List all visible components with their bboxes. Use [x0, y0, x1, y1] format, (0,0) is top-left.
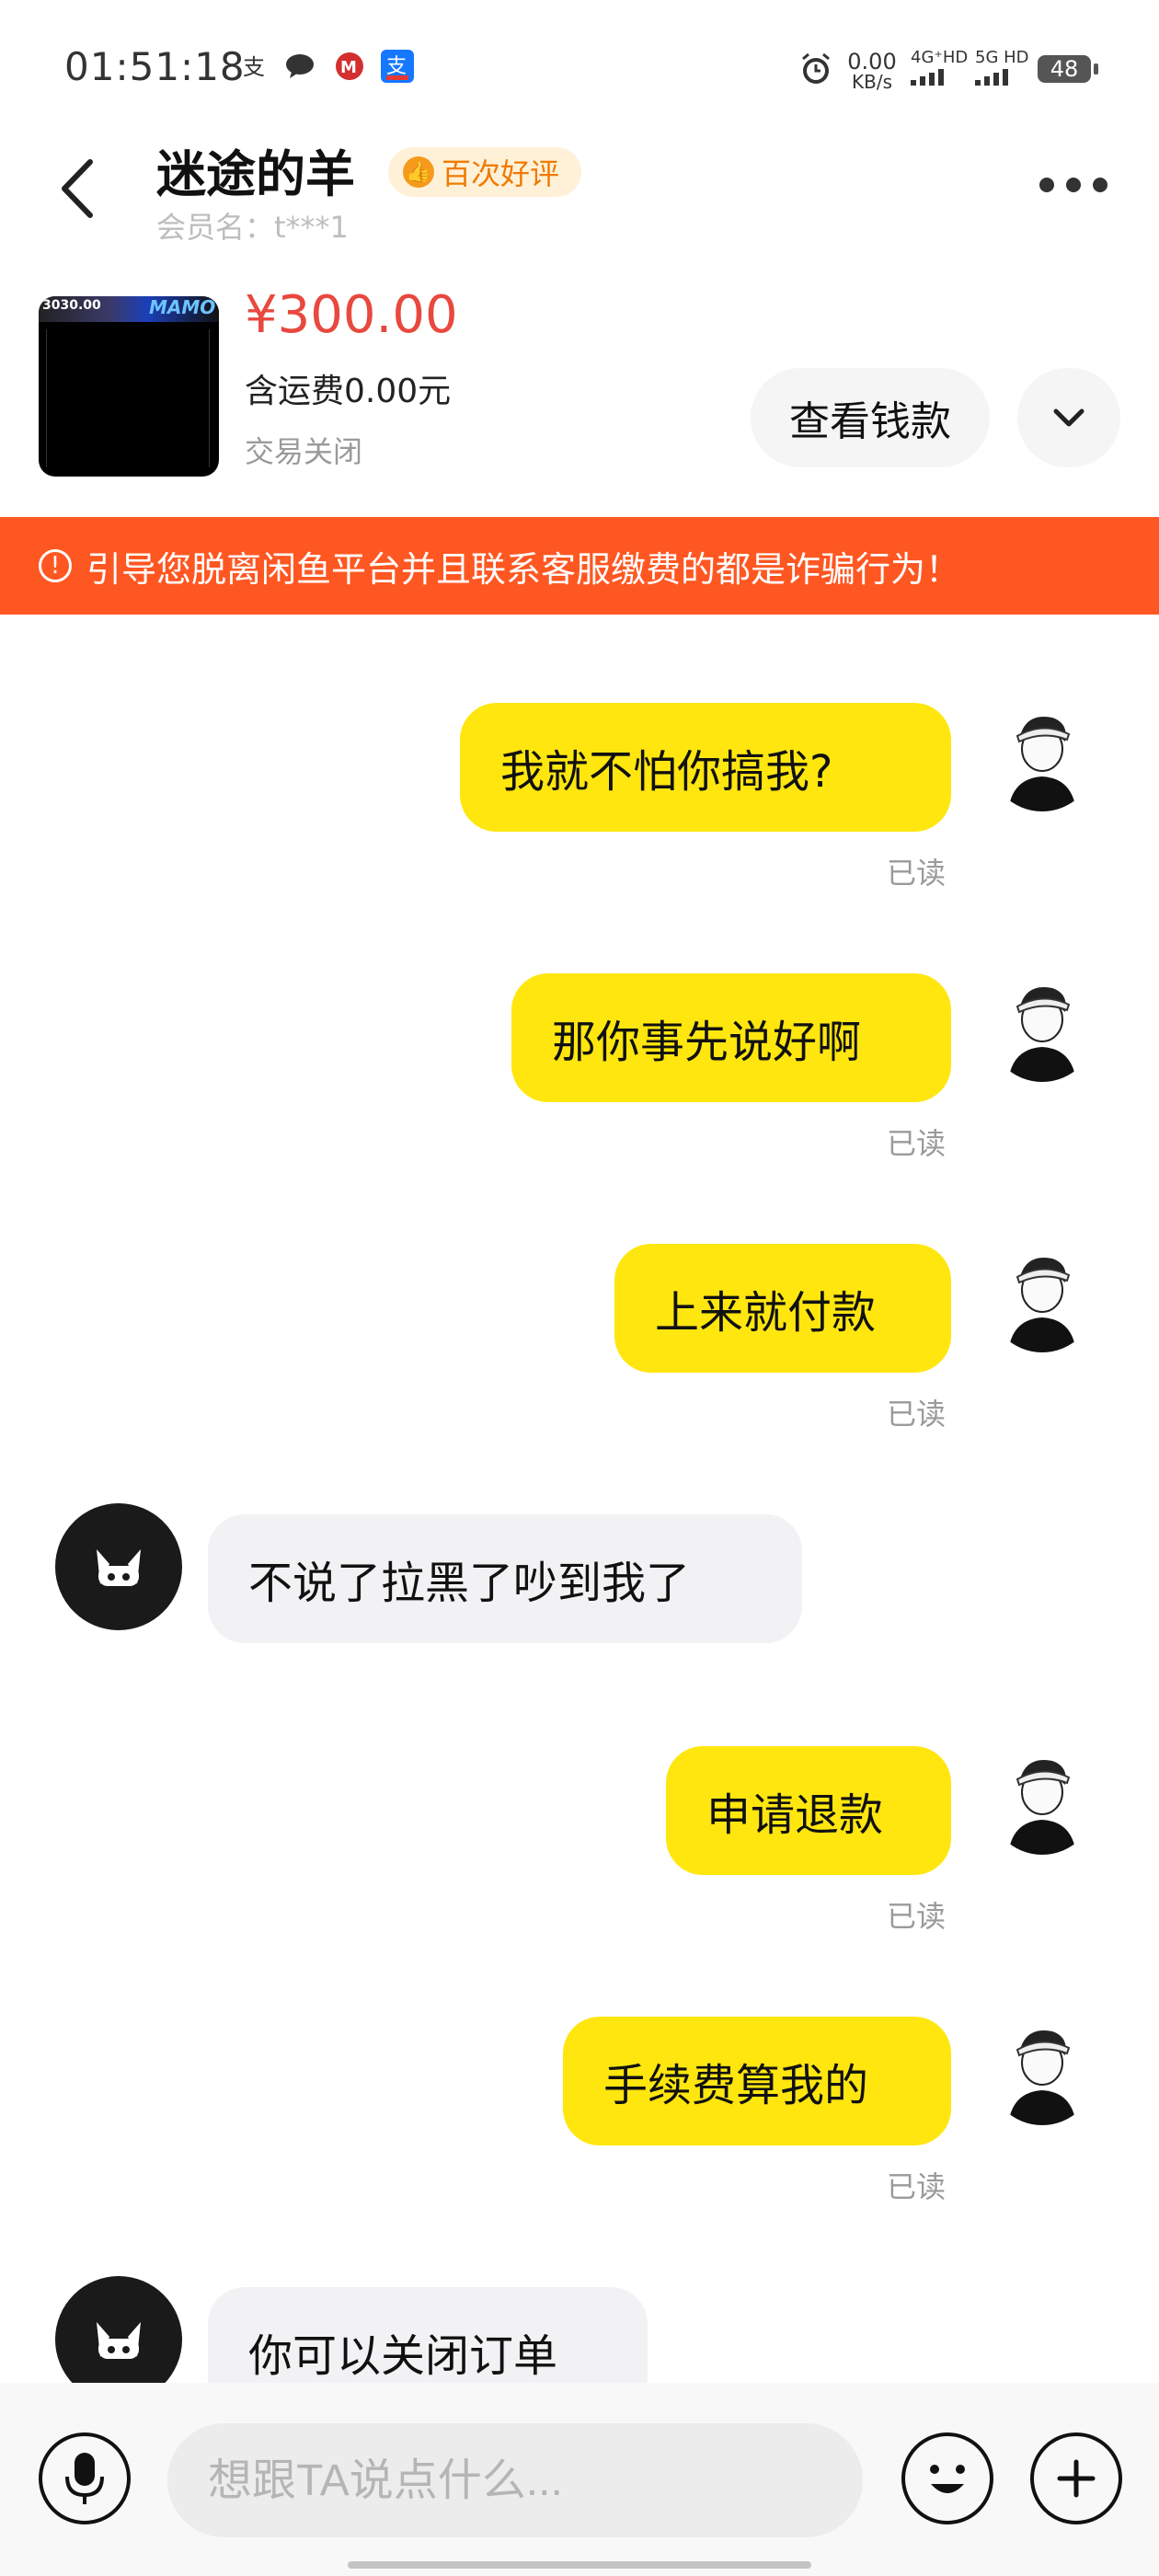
microphone-icon [65, 2453, 104, 2504]
svg-text:支: 支 [386, 55, 407, 78]
user-avatar-icon [988, 703, 1096, 811]
warning-icon: ! [39, 549, 72, 582]
expand-button[interactable] [1017, 368, 1120, 467]
message-bubble-mine[interactable]: 申请退款 [666, 1746, 951, 1875]
back-arrow-icon [62, 159, 93, 218]
chat-notification-icon [283, 50, 316, 83]
chevron-down-icon [1053, 408, 1084, 427]
svg-text:支: 支 [243, 54, 265, 80]
signal-4g-label: 4G⁺HD [911, 48, 969, 67]
read-status: 已读 [887, 1397, 947, 1432]
svg-text:M: M [340, 58, 357, 77]
more-actions-button[interactable] [1030, 2432, 1122, 2524]
status-time: 01:51:18 [64, 44, 246, 89]
bank-app-icon: M [333, 50, 366, 83]
signal-bars-icon [911, 69, 944, 86]
read-status: 已读 [887, 856, 947, 891]
cat-face-icon [97, 1549, 141, 1586]
seller-avatar[interactable] [55, 1503, 182, 1630]
plus-icon [1057, 2459, 1096, 2498]
user-avatar-icon [988, 2017, 1096, 2125]
status-bar: 01:51:18 支 M 支 0.00 KB/s 4G⁺HD 5G HD 48 [0, 0, 1159, 138]
alarm-icon [798, 52, 833, 90]
battery-indicator: 48 [1038, 55, 1098, 83]
message-bubble-mine[interactable]: 手续费算我的 [563, 2017, 951, 2145]
signal-4g: 4G⁺HD [911, 48, 969, 89]
message-bubble-mine[interactable]: 上来就付款 [614, 1244, 951, 1373]
message-bubble-theirs[interactable]: 不说了拉黑了吵到我了 [208, 1514, 802, 1643]
thumbnail-logo: MAMO [149, 296, 216, 318]
net-speed-value: 0.00 [847, 49, 897, 75]
user-avatar-icon [988, 1746, 1096, 1855]
user-avatar-icon [988, 973, 1096, 1082]
signal-5g-label: 5G HD [975, 48, 1029, 67]
trade-status: 交易关闭 [245, 434, 363, 469]
my-avatar[interactable] [988, 2017, 1096, 2125]
message-bubble-mine[interactable]: 我就不怕你搞我? [460, 703, 951, 832]
signal-bars-icon [975, 69, 1008, 86]
thumbnail-text: 3030.00 [42, 298, 101, 313]
member-name: 会员名：t***1 [156, 210, 349, 245]
message-bubble-mine[interactable]: 那你事先说好啊 [511, 973, 951, 1102]
alipay-app-icon: 支 [381, 50, 414, 83]
shipping-info: 含运费0.00元 [245, 373, 452, 410]
my-avatar[interactable] [988, 973, 1096, 1082]
back-button[interactable] [55, 156, 101, 221]
more-icon-dot [1066, 178, 1081, 192]
my-avatar[interactable] [988, 1746, 1096, 1855]
emoji-button[interactable] [901, 2432, 993, 2524]
view-money-button[interactable]: 查看钱款 [751, 368, 990, 467]
product-price: ¥300.00 [245, 285, 458, 345]
shop-name[interactable]: 迷途的羊 [156, 133, 355, 206]
signal-5g: 5G HD [975, 48, 1030, 89]
thumbs-up-icon: 👍 [403, 156, 434, 188]
fraud-warning-text: 引导您脱离闲鱼平台并且联系客服缴费的都是诈骗行为！ [86, 548, 961, 590]
review-badge: 👍 百次好评 [388, 147, 582, 197]
alipay-small-icon: 支 [237, 50, 270, 83]
read-status: 已读 [887, 1126, 947, 1161]
product-thumbnail[interactable]: 3030.00 MAMO [39, 296, 219, 477]
my-avatar[interactable] [988, 703, 1096, 811]
read-status: 已读 [887, 1899, 947, 1934]
more-button[interactable] [1039, 175, 1107, 195]
net-speed: 0.00 KB/s [844, 49, 900, 93]
emoji-icon [930, 2465, 965, 2493]
fraud-warning-banner: ! 引导您脱离闲鱼平台并且联系客服缴费的都是诈骗行为！ [0, 517, 1159, 615]
message-input[interactable] [167, 2423, 863, 2537]
review-badge-label: 百次好评 [442, 156, 560, 191]
voice-button[interactable] [39, 2432, 131, 2524]
my-avatar[interactable] [988, 1244, 1096, 1352]
user-avatar-icon [988, 1244, 1096, 1352]
net-speed-unit: KB/s [852, 71, 892, 93]
more-icon-dot [1093, 178, 1107, 192]
read-status: 已读 [887, 2169, 947, 2204]
home-indicator[interactable] [348, 2561, 811, 2569]
cat-face-icon [97, 2322, 141, 2359]
thumbnail-screen [46, 329, 210, 467]
more-icon-dot [1039, 178, 1054, 192]
